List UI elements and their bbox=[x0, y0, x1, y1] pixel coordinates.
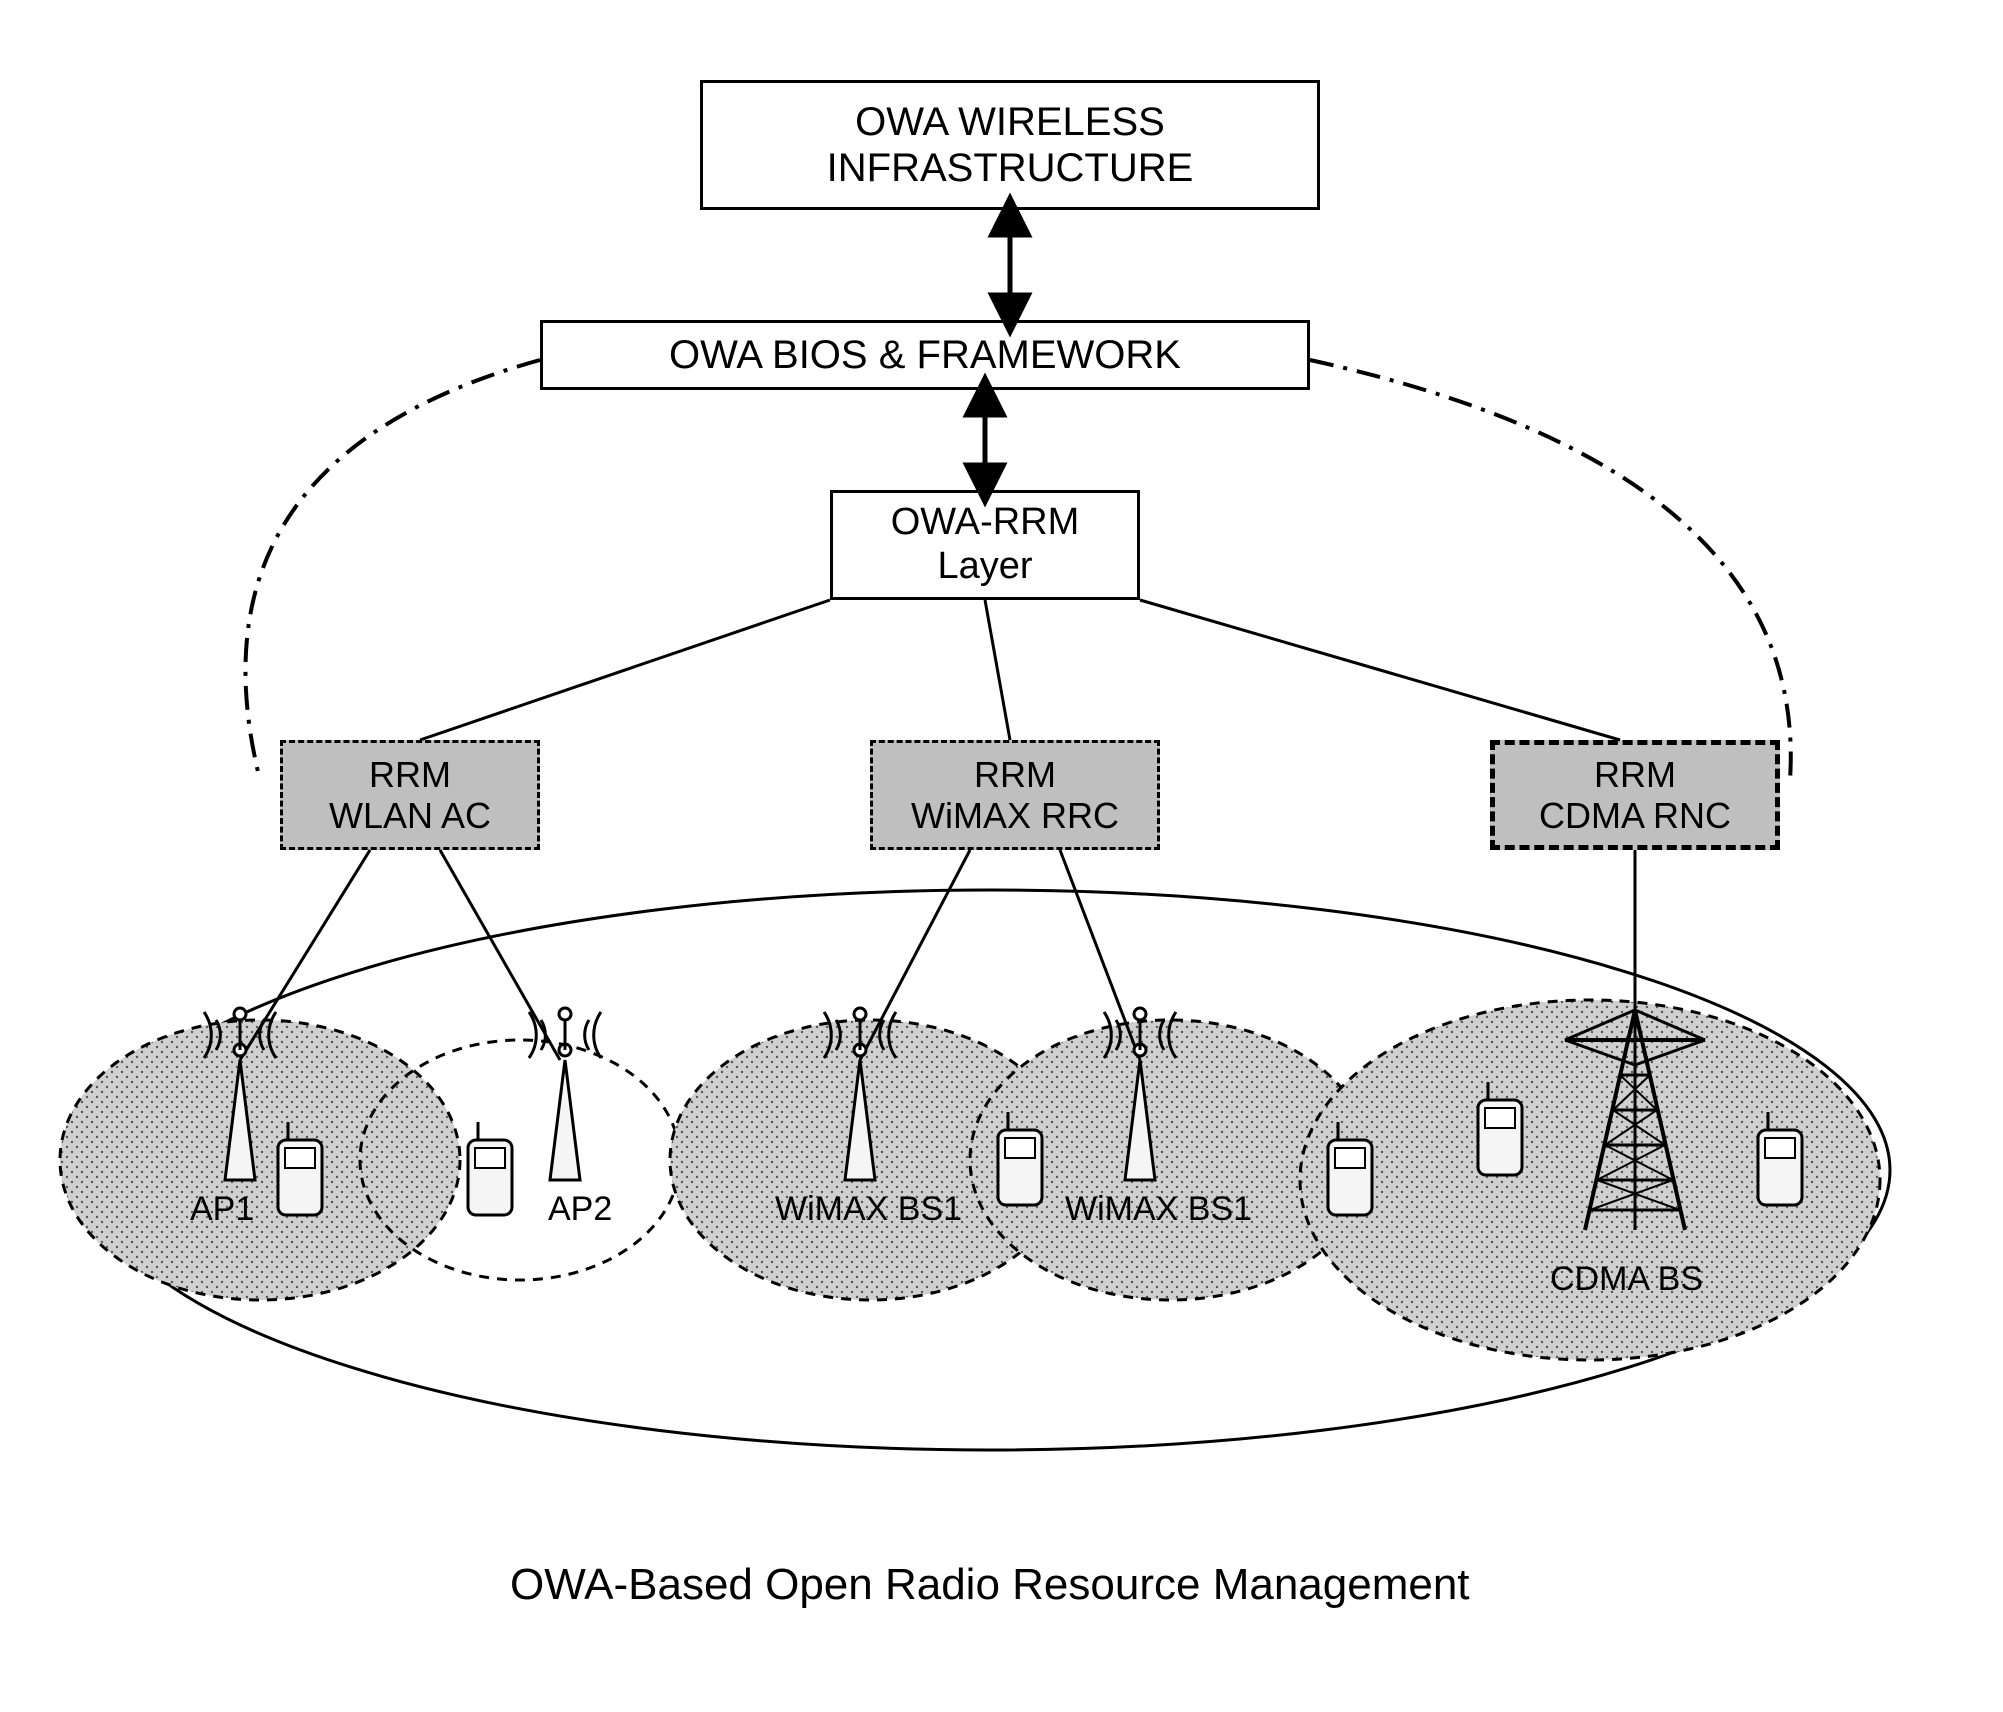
rrm-layer-line2: Layer bbox=[937, 545, 1032, 589]
rrm-wlan-line2: WLAN AC bbox=[329, 795, 491, 836]
rrm-wimax-rrc-box: RRM WiMAX RRC bbox=[870, 740, 1160, 850]
owa-bios-framework-box: OWA BIOS & FRAMEWORK bbox=[540, 320, 1310, 390]
rrm-cdma-rnc-box: RRM CDMA RNC bbox=[1490, 740, 1780, 850]
phone-icon bbox=[278, 1122, 322, 1215]
cdma-bs-label: CDMA BS bbox=[1550, 1260, 1703, 1299]
phone-icon bbox=[1328, 1122, 1372, 1215]
ap-icon bbox=[1104, 1008, 1176, 1180]
wimax-bs1b-label: WiMAX BS1 bbox=[1065, 1190, 1252, 1229]
rrm-wlan-line1: RRM bbox=[369, 754, 451, 795]
ap2-label: AP2 bbox=[548, 1190, 612, 1229]
rrm-cdma-line2: CDMA RNC bbox=[1539, 795, 1731, 836]
rrm-layer-line1: OWA-RRM bbox=[891, 501, 1080, 545]
bios-box-text: OWA BIOS & FRAMEWORK bbox=[669, 332, 1181, 378]
ap1-label: AP1 bbox=[190, 1190, 254, 1229]
phone-icon bbox=[998, 1112, 1042, 1205]
connectors-svg bbox=[0, 0, 2003, 1712]
rrm-wlan-ac-box: RRM WLAN AC bbox=[280, 740, 540, 850]
rrm-wimax-line1: RRM bbox=[974, 754, 1056, 795]
backdrop-svg bbox=[0, 0, 2003, 1712]
rrm-cdma-line1: RRM bbox=[1594, 754, 1676, 795]
tower-icon bbox=[1565, 1010, 1705, 1230]
phone-icon bbox=[468, 1122, 512, 1215]
wimax-bs1a-label: WiMAX BS1 bbox=[775, 1190, 962, 1229]
phone-icon bbox=[1478, 1082, 1522, 1175]
rrm-wimax-line2: WiMAX RRC bbox=[911, 795, 1119, 836]
top-box-line1: OWA WIRELESS bbox=[855, 99, 1165, 145]
owa-rrm-layer-box: OWA-RRM Layer bbox=[830, 490, 1140, 600]
ap-icon bbox=[824, 1008, 896, 1180]
top-box-line2: INFRASTRUCTURE bbox=[827, 145, 1194, 191]
ap-icon bbox=[529, 1008, 601, 1180]
owa-wireless-infra-box: OWA WIRELESS INFRASTRUCTURE bbox=[700, 80, 1320, 210]
phone-icon bbox=[1758, 1112, 1802, 1205]
figure-caption: OWA-Based Open Radio Resource Management bbox=[510, 1560, 1470, 1610]
ap-icon bbox=[204, 1008, 276, 1180]
